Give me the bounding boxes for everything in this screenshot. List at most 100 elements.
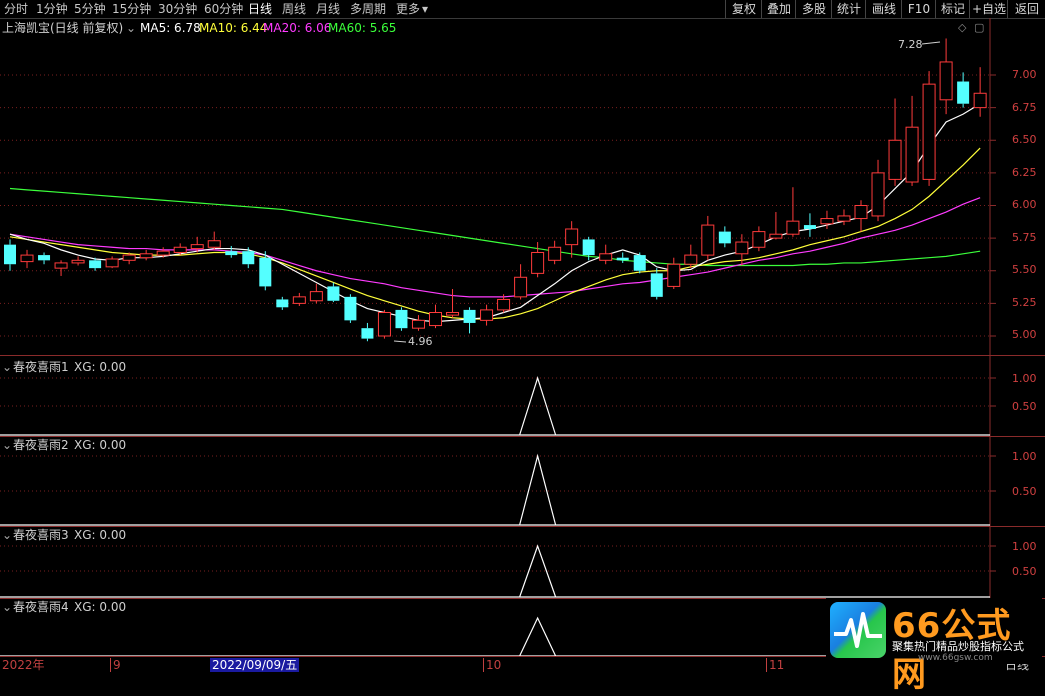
candle-body xyxy=(105,258,119,268)
candle-body xyxy=(309,291,323,302)
indicator-1-dropdown-icon[interactable]: ⌄ xyxy=(2,360,12,374)
f10-button[interactable]: F10 xyxy=(901,0,936,18)
y-tick: 6.75 xyxy=(1012,101,1037,114)
candle-body xyxy=(54,262,68,269)
candle-body xyxy=(4,244,16,265)
period-tab-monthly[interactable]: 月线 xyxy=(316,0,340,18)
indicator-4-dropdown-icon[interactable]: ⌄ xyxy=(2,600,12,614)
xg-signal-spike xyxy=(519,544,557,598)
indicator-4-value: XG: 0.00 xyxy=(74,600,127,614)
settings-dropdown-icon[interactable]: ⌄ xyxy=(126,21,136,35)
date-label-nov: 11 xyxy=(766,658,784,672)
candle-body xyxy=(514,276,528,298)
indicator-2-tick: 1.00 xyxy=(1012,450,1037,463)
ma5-legend: MA5: 6.78 xyxy=(140,21,201,35)
period-tab-15min[interactable]: 15分钟 xyxy=(112,0,151,18)
candle-body xyxy=(463,309,476,323)
candle-body xyxy=(684,254,698,265)
period-tab-weekly[interactable]: 周线 xyxy=(282,0,306,18)
xg-signal-spike xyxy=(519,616,557,656)
y-tick: 6.50 xyxy=(1012,133,1037,146)
period-tab-more[interactable]: 更多 xyxy=(396,0,420,18)
kline-chart[interactable] xyxy=(0,18,1045,656)
candle-body xyxy=(854,205,868,220)
period-tab-5min[interactable]: 5分钟 xyxy=(74,0,106,18)
candle-body xyxy=(497,298,511,311)
indicator-3-value: XG: 0.00 xyxy=(74,528,127,542)
candle-body xyxy=(139,253,153,259)
candle-body xyxy=(735,241,749,255)
add-watchlist-button[interactable]: +自选 xyxy=(969,0,1008,18)
high-marker-arrow xyxy=(921,41,941,45)
period-tab-daily[interactable]: 日线 xyxy=(248,0,272,18)
period-tab-multi[interactable]: 多周期 xyxy=(350,0,386,18)
watermark-tagline: 聚集热门精品炒股指标公式 xyxy=(892,640,1024,653)
indicator-3-tick: 1.00 xyxy=(1012,540,1037,553)
candle-body xyxy=(837,215,851,222)
candle-body xyxy=(207,240,221,248)
panel-divider xyxy=(0,436,1045,437)
candle-body xyxy=(89,260,102,269)
y-tick: 5.75 xyxy=(1012,231,1037,244)
candle-body xyxy=(122,254,136,261)
date-label-sep: 9 xyxy=(110,658,121,672)
cursor-date-label: 2022/09/09/五 xyxy=(210,658,300,672)
indicator-1-title: 春夜喜雨1 xyxy=(13,360,69,374)
candle-body xyxy=(361,328,374,339)
period-tab-fenshi[interactable]: 分时 xyxy=(4,0,28,18)
back-button[interactable]: 返回 xyxy=(1007,0,1045,18)
statistics-button[interactable]: 统计 xyxy=(831,0,866,18)
period-toolbar: 分时 1分钟 5分钟 15分钟 30分钟 60分钟 日线 周线 月线 多周期 更… xyxy=(0,0,1045,19)
ma20-legend: MA20: 6.06 xyxy=(263,21,332,35)
period-tab-30min[interactable]: 30分钟 xyxy=(158,0,197,18)
candle-body xyxy=(888,139,902,180)
candle-body xyxy=(599,253,613,261)
candle-body xyxy=(565,228,579,246)
multi-stock-button[interactable]: 多股 xyxy=(795,0,832,18)
candle-body xyxy=(429,312,442,327)
low-price-label: 4.96 xyxy=(408,335,433,348)
indicator-1-tick: 1.00 xyxy=(1012,372,1037,385)
fuquan-button[interactable]: 复权 xyxy=(725,0,762,18)
candle-body xyxy=(190,244,204,250)
indicator-4-title: 春夜喜雨4 xyxy=(13,600,69,614)
candle-body xyxy=(156,250,170,256)
candle-body xyxy=(344,296,357,321)
y-tick: 7.00 xyxy=(1012,68,1037,81)
indicator-2-value: XG: 0.00 xyxy=(74,438,127,452)
candle-body xyxy=(973,92,987,109)
candle-body xyxy=(173,246,187,253)
candle-body xyxy=(446,312,460,316)
ma60-line xyxy=(9,187,981,267)
y-tick: 5.50 xyxy=(1012,263,1037,276)
candle-body xyxy=(276,299,289,308)
mark-button[interactable]: 标记 xyxy=(935,0,970,18)
period-tab-60min[interactable]: 60分钟 xyxy=(204,0,243,18)
panel-divider xyxy=(0,355,1045,356)
indicator-2-dropdown-icon[interactable]: ⌄ xyxy=(2,438,12,452)
candle-body xyxy=(650,273,663,297)
indicator-3-dropdown-icon[interactable]: ⌄ xyxy=(2,528,12,542)
draw-line-button[interactable]: 画线 xyxy=(865,0,902,18)
period-tab-1min[interactable]: 1分钟 xyxy=(36,0,68,18)
more-dropdown-icon[interactable]: ▾ xyxy=(422,0,428,18)
candle-body xyxy=(752,231,766,248)
candle-body xyxy=(871,172,885,217)
panel-divider xyxy=(0,526,1045,527)
diamond-icon[interactable]: ◇ xyxy=(958,21,966,35)
candle-body xyxy=(905,126,919,183)
candle-body xyxy=(225,251,238,256)
candle-body xyxy=(701,224,715,256)
candle-body xyxy=(259,257,272,287)
indicator-2-title: 春夜喜雨2 xyxy=(13,438,69,452)
date-label-oct: 10 xyxy=(483,658,501,672)
candle-body xyxy=(242,251,255,265)
candle-body xyxy=(616,257,629,261)
y-tick: 5.25 xyxy=(1012,296,1037,309)
overlay-button[interactable]: 叠加 xyxy=(761,0,796,18)
candle-body xyxy=(327,286,340,301)
candle-body xyxy=(718,231,731,244)
candle-body xyxy=(922,83,936,180)
window-square-icon[interactable]: ▢ xyxy=(974,21,984,35)
ma5-line xyxy=(9,103,981,323)
